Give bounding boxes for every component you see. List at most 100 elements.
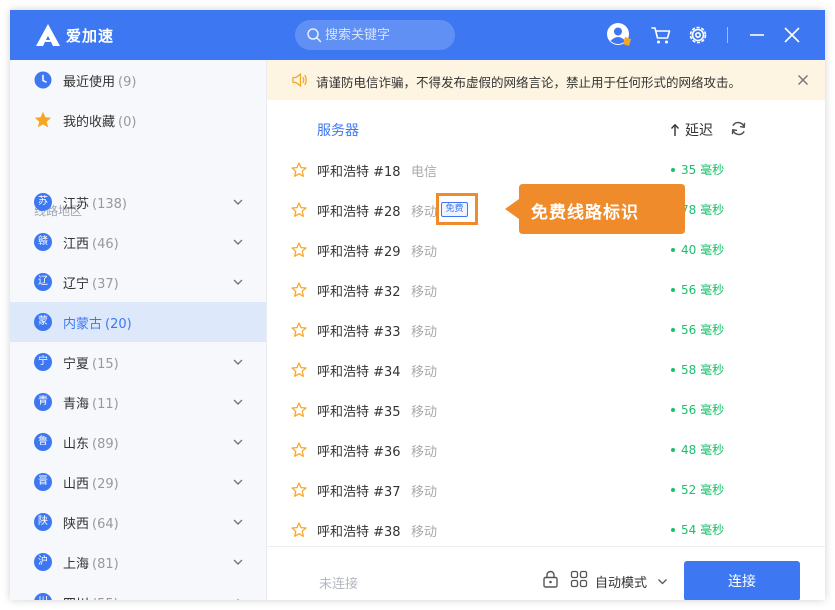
close-icon[interactable] [779, 22, 805, 48]
annotation-text: 免费线路标识 [531, 203, 639, 223]
region-label: 宁夏 (15) [63, 357, 119, 372]
region-label: 辽宁 (37) [63, 277, 119, 292]
chevron-down-icon[interactable] [232, 396, 244, 408]
star-outline-icon[interactable] [291, 402, 307, 418]
latency-dot [671, 288, 675, 292]
server-row[interactable]: 呼和浩特 #37 移动 52 毫秒 [267, 470, 825, 510]
footer-bar: 未连接 自动模式 连接 [267, 546, 825, 600]
region-label: 山东 (89) [63, 437, 119, 452]
server-isp: 移动 [411, 405, 438, 420]
chevron-up-icon[interactable] [232, 596, 244, 600]
server-row[interactable]: 呼和浩特 #33 移动 56 毫秒 [267, 310, 825, 350]
sidebar-item-region[interactable]: 赣江西 (46) [10, 222, 266, 262]
main-content: 请谨防电信诈骗，不得发布虚假的网络言论，禁止用于任何形式的网络攻击。 服务器 延… [267, 60, 825, 600]
star-outline-icon[interactable] [291, 522, 307, 538]
star-outline-icon[interactable] [291, 442, 307, 458]
server-row[interactable]: 呼和浩特 #29 移动 40 毫秒 [267, 230, 825, 270]
latency-dot [671, 528, 675, 532]
server-name: 呼和浩特 #18 [317, 165, 401, 180]
sidebar-item-region[interactable]: 青青海 (11) [10, 382, 266, 422]
star-outline-icon[interactable] [291, 242, 307, 258]
region-badge: 川 [34, 593, 52, 600]
sidebar-item-region[interactable]: 鲁山东 (89) [10, 422, 266, 462]
server-name: 呼和浩特 #37 [317, 485, 401, 500]
app-name: 爱加速 [66, 27, 115, 45]
search-box[interactable] [295, 20, 455, 50]
sort-latency-button[interactable]: 延迟 [670, 120, 713, 140]
region-badge: 蒙 [34, 313, 52, 331]
region-label: 青海 (11) [63, 397, 119, 412]
speaker-icon [292, 73, 307, 87]
server-name: 呼和浩特 #28 [317, 205, 401, 220]
server-name: 呼和浩特 #33 [317, 325, 401, 340]
server-latency: 54 毫秒 [671, 521, 724, 538]
refresh-icon[interactable] [730, 120, 747, 137]
region-label: 四川(55) [63, 593, 119, 600]
server-row[interactable]: 呼和浩特 #32 移动 56 毫秒 [267, 270, 825, 310]
connect-button[interactable]: 连接 [684, 561, 800, 600]
server-isp: 移动 [411, 205, 438, 220]
sidebar-item-region[interactable]: 苏江苏 (138) [10, 182, 266, 222]
star-outline-icon[interactable] [291, 322, 307, 338]
title-bar: 爱加速 [10, 10, 825, 60]
server-row[interactable]: 呼和浩特 #36 移动 48 毫秒 [267, 430, 825, 470]
chevron-down-icon[interactable] [232, 196, 244, 208]
region-badge: 陕 [34, 513, 52, 531]
latency-dot [671, 448, 675, 452]
sidebar-item-region[interactable]: 晋山西 (29) [10, 462, 266, 502]
chevron-down-icon[interactable] [232, 276, 244, 288]
sidebar-item-region[interactable]: 陕陕西 (64) [10, 502, 266, 542]
server-latency: 48 毫秒 [671, 441, 724, 458]
star-outline-icon[interactable] [291, 282, 307, 298]
region-badge: 辽 [34, 273, 52, 291]
sidebar-item-region[interactable]: 蒙内蒙古 (20) [10, 302, 266, 342]
latency-dot [671, 168, 675, 172]
clock-icon [34, 71, 52, 89]
sidebar-item-region[interactable]: 宁宁夏 (15) [10, 342, 266, 382]
cart-icon[interactable] [648, 22, 674, 48]
sidebar: 最近使用 (9) 我的收藏 (0) 线路地区 苏江苏 (138) 赣江西 (46) 辽辽宁(… [10, 60, 267, 600]
server-row[interactable]: 呼和浩特 #34 移动 58 毫秒 [267, 350, 825, 390]
sidebar-item-label: 最近使用 (9) [63, 75, 137, 90]
avatar-icon[interactable] [606, 22, 632, 48]
star-outline-icon[interactable] [291, 162, 307, 178]
notice-bar: 请谨防电信诈骗，不得发布虚假的网络言论，禁止用于任何形式的网络攻击。 [267, 60, 825, 100]
server-isp: 移动 [411, 525, 438, 540]
chevron-down-icon[interactable] [232, 436, 244, 448]
search-icon [307, 28, 322, 43]
sidebar-item-recent[interactable]: 最近使用 (9) [10, 60, 266, 100]
server-name: 呼和浩特 #34 [317, 365, 401, 380]
chevron-down-icon[interactable] [232, 516, 244, 528]
star-outline-icon[interactable] [291, 202, 307, 218]
logo-icon [36, 24, 60, 46]
server-latency: 40 毫秒 [671, 241, 724, 258]
server-name: 呼和浩特 #35 [317, 405, 401, 420]
server-name: 呼和浩特 #32 [317, 285, 401, 300]
chevron-down-icon[interactable] [232, 476, 244, 488]
close-icon[interactable] [797, 74, 809, 86]
chevron-down-icon[interactable] [232, 556, 244, 568]
sidebar-item-region[interactable]: 川 四川(55) [10, 582, 266, 600]
latency-dot [671, 328, 675, 332]
server-row[interactable]: 呼和浩特 #38 移动 54 毫秒 [267, 510, 825, 550]
minimize-icon[interactable] [744, 22, 770, 48]
chevron-down-icon[interactable] [232, 236, 244, 248]
chevron-down-icon[interactable] [657, 576, 668, 587]
lock-icon[interactable] [542, 570, 559, 588]
search-input[interactable] [325, 20, 449, 50]
gear-icon[interactable] [685, 22, 711, 48]
region-label: 江西 (46) [63, 237, 119, 252]
sidebar-item-region[interactable]: 沪上海 (81) [10, 542, 266, 582]
latency-dot [671, 408, 675, 412]
region-label: 上海 (81) [63, 557, 119, 572]
sidebar-item-favorites[interactable]: 我的收藏 (0) [10, 100, 266, 140]
chevron-down-icon[interactable] [232, 356, 244, 368]
mode-selector[interactable]: 自动模式 [595, 572, 647, 591]
title-divider [727, 27, 728, 43]
server-row[interactable]: 呼和浩特 #35 移动 56 毫秒 [267, 390, 825, 430]
sidebar-item-region[interactable]: 辽辽宁 (37) [10, 262, 266, 302]
star-outline-icon[interactable] [291, 362, 307, 378]
grid-mode-icon [570, 570, 588, 588]
star-outline-icon[interactable] [291, 482, 307, 498]
star-icon [34, 111, 52, 128]
